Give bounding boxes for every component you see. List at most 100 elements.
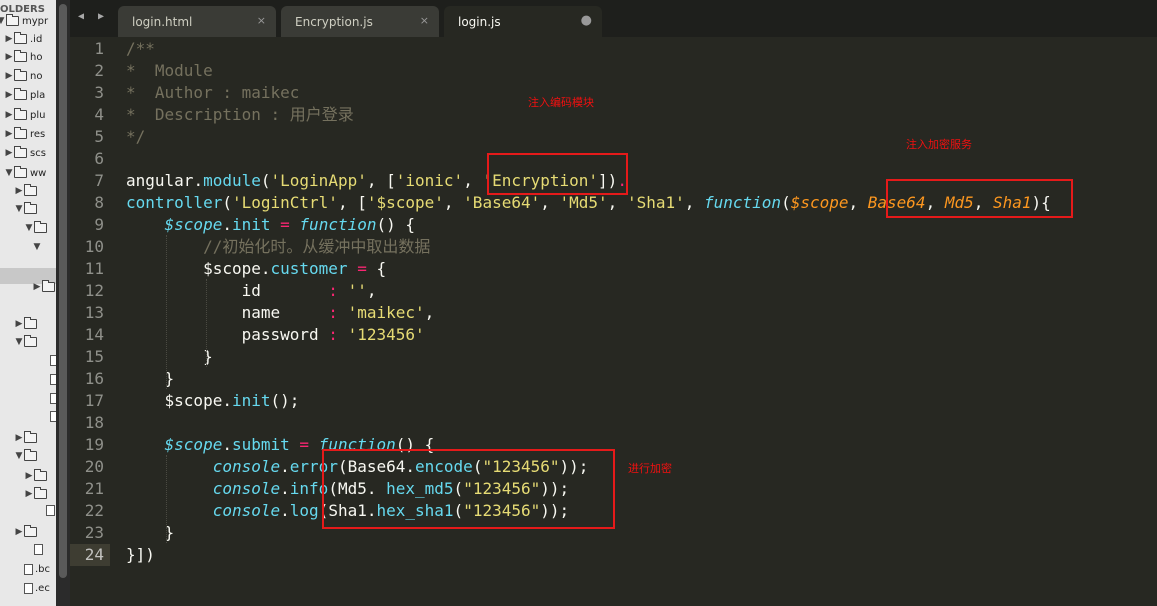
line-number: 24 (70, 544, 110, 566)
code-token: id (126, 281, 329, 300)
disclosure-collapsed-icon[interactable]: ▶ (4, 148, 14, 158)
code-line[interactable]: /** (126, 38, 155, 60)
disclosure-expanded-icon[interactable]: ▼ (24, 223, 34, 233)
code-token: * Description : 用户登录 (126, 105, 354, 124)
sidebar-tree-item[interactable]: .bc (14, 560, 50, 578)
tab-login-js[interactable]: login.js ● (444, 6, 602, 37)
sidebar-tree-item[interactable]: .ec (14, 579, 50, 597)
disclosure-collapsed-icon[interactable]: ▶ (4, 90, 14, 100)
code-line[interactable]: name : 'maikec', (126, 302, 435, 324)
line-number: 11 (84, 259, 104, 278)
disclosure-expanded-icon[interactable]: ▼ (4, 168, 14, 178)
sidebar-tree-item[interactable]: ▼ (14, 333, 40, 351)
code-line[interactable]: */ (126, 126, 145, 148)
code-line[interactable]: id : '', (126, 280, 377, 302)
sidebar-tree-item[interactable] (40, 407, 56, 425)
code-line[interactable]: $scope.init(); (126, 390, 300, 412)
sidebar-tree-item[interactable]: ▶ res (4, 125, 45, 143)
disclosure-collapsed-icon[interactable]: ▶ (32, 282, 42, 292)
tab-label: login.js (458, 15, 501, 29)
code-token: controller (126, 193, 223, 212)
sidebar-tree-item[interactable]: ▶ ho (4, 48, 42, 66)
sidebar-scrollbar[interactable] (56, 0, 70, 606)
sidebar-scrollbar-thumb[interactable] (59, 4, 67, 578)
folder-icon (14, 108, 27, 120)
disclosure-expanded-icon[interactable]: ▼ (14, 451, 24, 461)
disclosure-collapsed-icon[interactable]: ▶ (14, 186, 24, 196)
code-token: angular (126, 171, 194, 190)
code-line[interactable]: } (126, 346, 213, 368)
sidebar-tree-item[interactable]: ▶ (14, 182, 40, 200)
disclosure-expanded-icon[interactable]: ▼ (14, 337, 24, 347)
code-line[interactable]: password : '123456' (126, 324, 425, 346)
close-icon[interactable]: × (420, 14, 429, 27)
sidebar-tree-item[interactable] (40, 351, 56, 369)
line-number: 9 (94, 215, 104, 234)
sidebar-tree-item[interactable]: ▶ .id (4, 30, 42, 48)
code-line[interactable]: * Description : 用户登录 (126, 104, 354, 126)
folder-icon (24, 449, 37, 461)
sidebar-tree-item[interactable] (24, 540, 45, 558)
sidebar-tree-item[interactable]: ▶ plu (4, 106, 45, 124)
sidebar-tree-item[interactable]: ▶ (24, 467, 50, 485)
disclosure-collapsed-icon[interactable]: ▶ (24, 471, 34, 481)
sidebar-tree-item[interactable]: ▶ (32, 278, 56, 296)
line-number: 15 (84, 347, 104, 366)
folder-icon (24, 335, 37, 347)
highlight-encryption-module-box (487, 153, 628, 195)
folder-icon (24, 431, 37, 443)
code-line[interactable]: * Author : maikec (126, 82, 299, 104)
disclosure-collapsed-icon[interactable]: ▶ (4, 129, 14, 139)
tab-encryption-js[interactable]: Encryption.js × (281, 6, 439, 37)
code-token: { (366, 259, 387, 278)
code-token: , (463, 171, 483, 190)
close-icon[interactable]: × (257, 14, 266, 27)
line-number: 1 (94, 39, 104, 58)
disclosure-collapsed-icon[interactable]: ▶ (4, 110, 14, 120)
sidebar-tree-item[interactable]: ▼ ww (4, 164, 46, 182)
sidebar-tree-item[interactable]: ▶ pla (4, 86, 45, 104)
code-token: } (126, 347, 213, 366)
code-token: . (193, 171, 204, 190)
disclosure-collapsed-icon[interactable]: ▶ (24, 489, 34, 499)
code-line[interactable]: * Module (126, 60, 213, 82)
sidebar-tree-item[interactable]: ▼ (14, 447, 40, 465)
disclosure-collapsed-icon[interactable]: ▶ (14, 527, 24, 537)
sidebar-tree-item[interactable]: ▼ (32, 238, 42, 256)
code-line[interactable]: }]) (126, 544, 155, 566)
code-token: (); (270, 391, 300, 410)
sidebar-tree-label: .bc (35, 563, 51, 575)
code-token: , [ (337, 193, 367, 212)
sidebar-tree-item[interactable]: ▼ (24, 219, 50, 237)
sidebar-tree-item[interactable] (40, 389, 56, 407)
disclosure-expanded-icon[interactable]: ▼ (32, 242, 42, 252)
sidebar-tree-item[interactable]: ▶ no (4, 67, 42, 85)
sidebar-tree-item[interactable] (36, 501, 56, 519)
disclosure-collapsed-icon[interactable]: ▶ (4, 52, 14, 62)
disclosure-collapsed-icon[interactable]: ▶ (14, 433, 24, 443)
unsaved-dot-icon[interactable]: ● (581, 13, 592, 28)
code-token: $scope (126, 391, 223, 410)
sidebar-tree-item[interactable]: ▶ (14, 523, 40, 541)
line-number: 14 (84, 325, 104, 344)
sidebar-tree-item[interactable]: ▼ (14, 200, 40, 218)
disclosure-expanded-icon[interactable]: ▼ (14, 204, 24, 214)
tab-login-html[interactable]: login.html × (118, 6, 276, 37)
code-line[interactable]: $scope.init = function() { (126, 214, 415, 236)
disclosure-collapsed-icon[interactable]: ▶ (4, 71, 14, 81)
code-token: /** (126, 39, 155, 58)
line-number: 21 (84, 479, 104, 498)
code-token: $scope (164, 215, 223, 234)
folder-icon (14, 50, 27, 62)
sidebar-tree-item[interactable]: ▶ scs (4, 144, 46, 162)
disclosure-collapsed-icon[interactable]: ▶ (14, 319, 24, 329)
folder-icon (6, 14, 19, 26)
tab-nav-arrows-icon[interactable]: ◀ ▶ (78, 11, 108, 22)
sidebar-tree-item[interactable]: ▶ (14, 315, 40, 333)
sidebar-tree-item[interactable]: ▶ (14, 429, 40, 447)
sidebar-tree-item[interactable]: ▼ mypr (0, 12, 48, 30)
code-line[interactable]: //初始化时。从缓冲中取出数据 (126, 236, 430, 258)
sidebar-tree-item[interactable] (40, 370, 56, 388)
disclosure-collapsed-icon[interactable]: ▶ (4, 34, 14, 44)
